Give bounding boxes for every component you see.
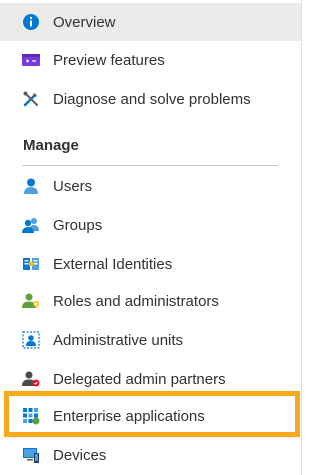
user-icon [22,177,40,195]
nav-item-enterprise-applications[interactable]: Enterprise applications [0,397,301,435]
roles-icon [22,292,40,310]
left-navigation-menu: Overview Preview features Diagnose and s… [0,0,301,475]
preview-features-icon [22,51,40,69]
devices-icon [22,446,40,464]
nav-item-label: Administrative units [53,331,184,349]
groups-icon [22,216,40,234]
nav-item-label: Users [53,177,93,195]
nav-item-label: Preview features [53,51,165,69]
enterprise-apps-icon [22,407,40,425]
section-header-manage: Manage [23,137,79,154]
nav-item-delegated-admin-partners[interactable]: Delegated admin partners [0,360,301,398]
nav-item-label: Delegated admin partners [53,370,226,388]
nav-item-devices[interactable]: Devices [0,436,301,474]
delegated-admin-icon [22,370,40,388]
nav-item-roles-and-administrators[interactable]: Roles and administrators [0,282,301,320]
nav-item-label: Groups [53,216,103,234]
nav-item-label: Devices [53,446,107,464]
section-divider [22,165,278,166]
nav-item-label: Roles and administrators [53,292,219,310]
nav-item-label: External Identities [53,255,173,273]
nav-item-users[interactable]: Users [0,167,301,205]
external-identities-icon [22,255,40,273]
scrollbar-track[interactable] [302,0,309,475]
nav-item-diagnose-and-solve-problems[interactable]: Diagnose and solve problems [0,80,301,118]
nav-item-preview-features[interactable]: Preview features [0,41,301,79]
tools-icon [22,90,40,108]
info-icon [22,13,40,31]
nav-item-groups[interactable]: Groups [0,206,301,244]
nav-item-label: Enterprise applications [53,407,205,425]
nav-item-overview[interactable]: Overview [0,3,301,41]
nav-item-label: Diagnose and solve problems [53,90,251,108]
admin-units-icon [22,331,40,349]
nav-item-label: Overview [53,13,116,31]
nav-item-administrative-units[interactable]: Administrative units [0,321,301,359]
nav-item-external-identities[interactable]: External Identities [0,245,301,283]
